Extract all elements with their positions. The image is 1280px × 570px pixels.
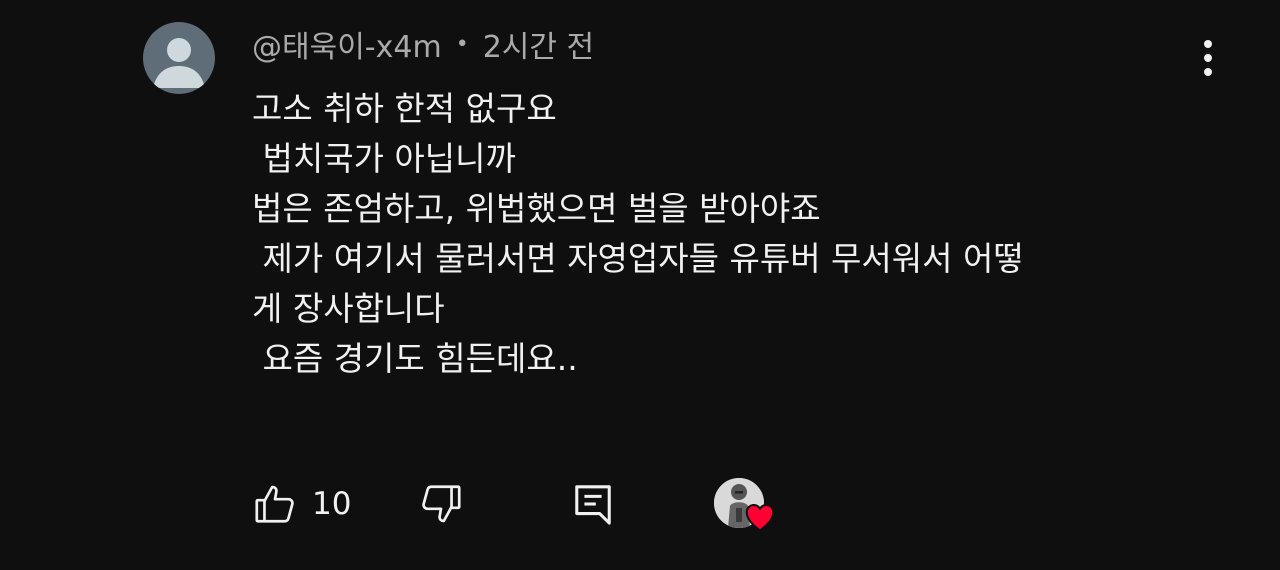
reply-icon: [575, 485, 611, 525]
more-vertical-icon: [1204, 40, 1212, 76]
dislike-button[interactable]: [418, 478, 464, 530]
comment-line: 요즘 경기도 힘든데요..: [252, 339, 578, 378]
comment-header: @태욱이-x4m • 2시간 전: [252, 22, 594, 66]
thumb-up-icon: [255, 485, 294, 523]
comment-line: 고소 취하 한적 없구요: [252, 89, 557, 128]
comment-line: 게 장사합니다: [252, 289, 445, 328]
comment-line: 법치국가 아닙니까: [252, 139, 516, 178]
meta-separator: •: [455, 31, 469, 57]
default-avatar-icon: [153, 38, 205, 88]
author-avatar[interactable]: [143, 22, 215, 94]
comment-line: 법은 존엄하고, 위법했으면 벌을 받아야죠: [252, 189, 821, 228]
like-count: 10: [312, 486, 352, 522]
reply-button[interactable]: [572, 478, 614, 530]
author-handle[interactable]: @태욱이-x4m: [252, 22, 442, 66]
comment-line: 제가 여기서 물러서면 자영업자들 유튜버 무서워서 어떻: [252, 239, 1024, 278]
heart-icon: [745, 503, 775, 532]
comment-text: 고소 취하 한적 없구요 법치국가 아닙니까 법은 존엄하고, 위법했으면 벌을…: [252, 84, 1182, 384]
like-button[interactable]: 10: [252, 478, 351, 530]
comment-timestamp[interactable]: 2시간 전: [483, 22, 594, 66]
more-actions-button[interactable]: [1188, 36, 1228, 80]
creator-heart-badge: [714, 478, 780, 534]
thumb-down-icon: [422, 485, 461, 523]
